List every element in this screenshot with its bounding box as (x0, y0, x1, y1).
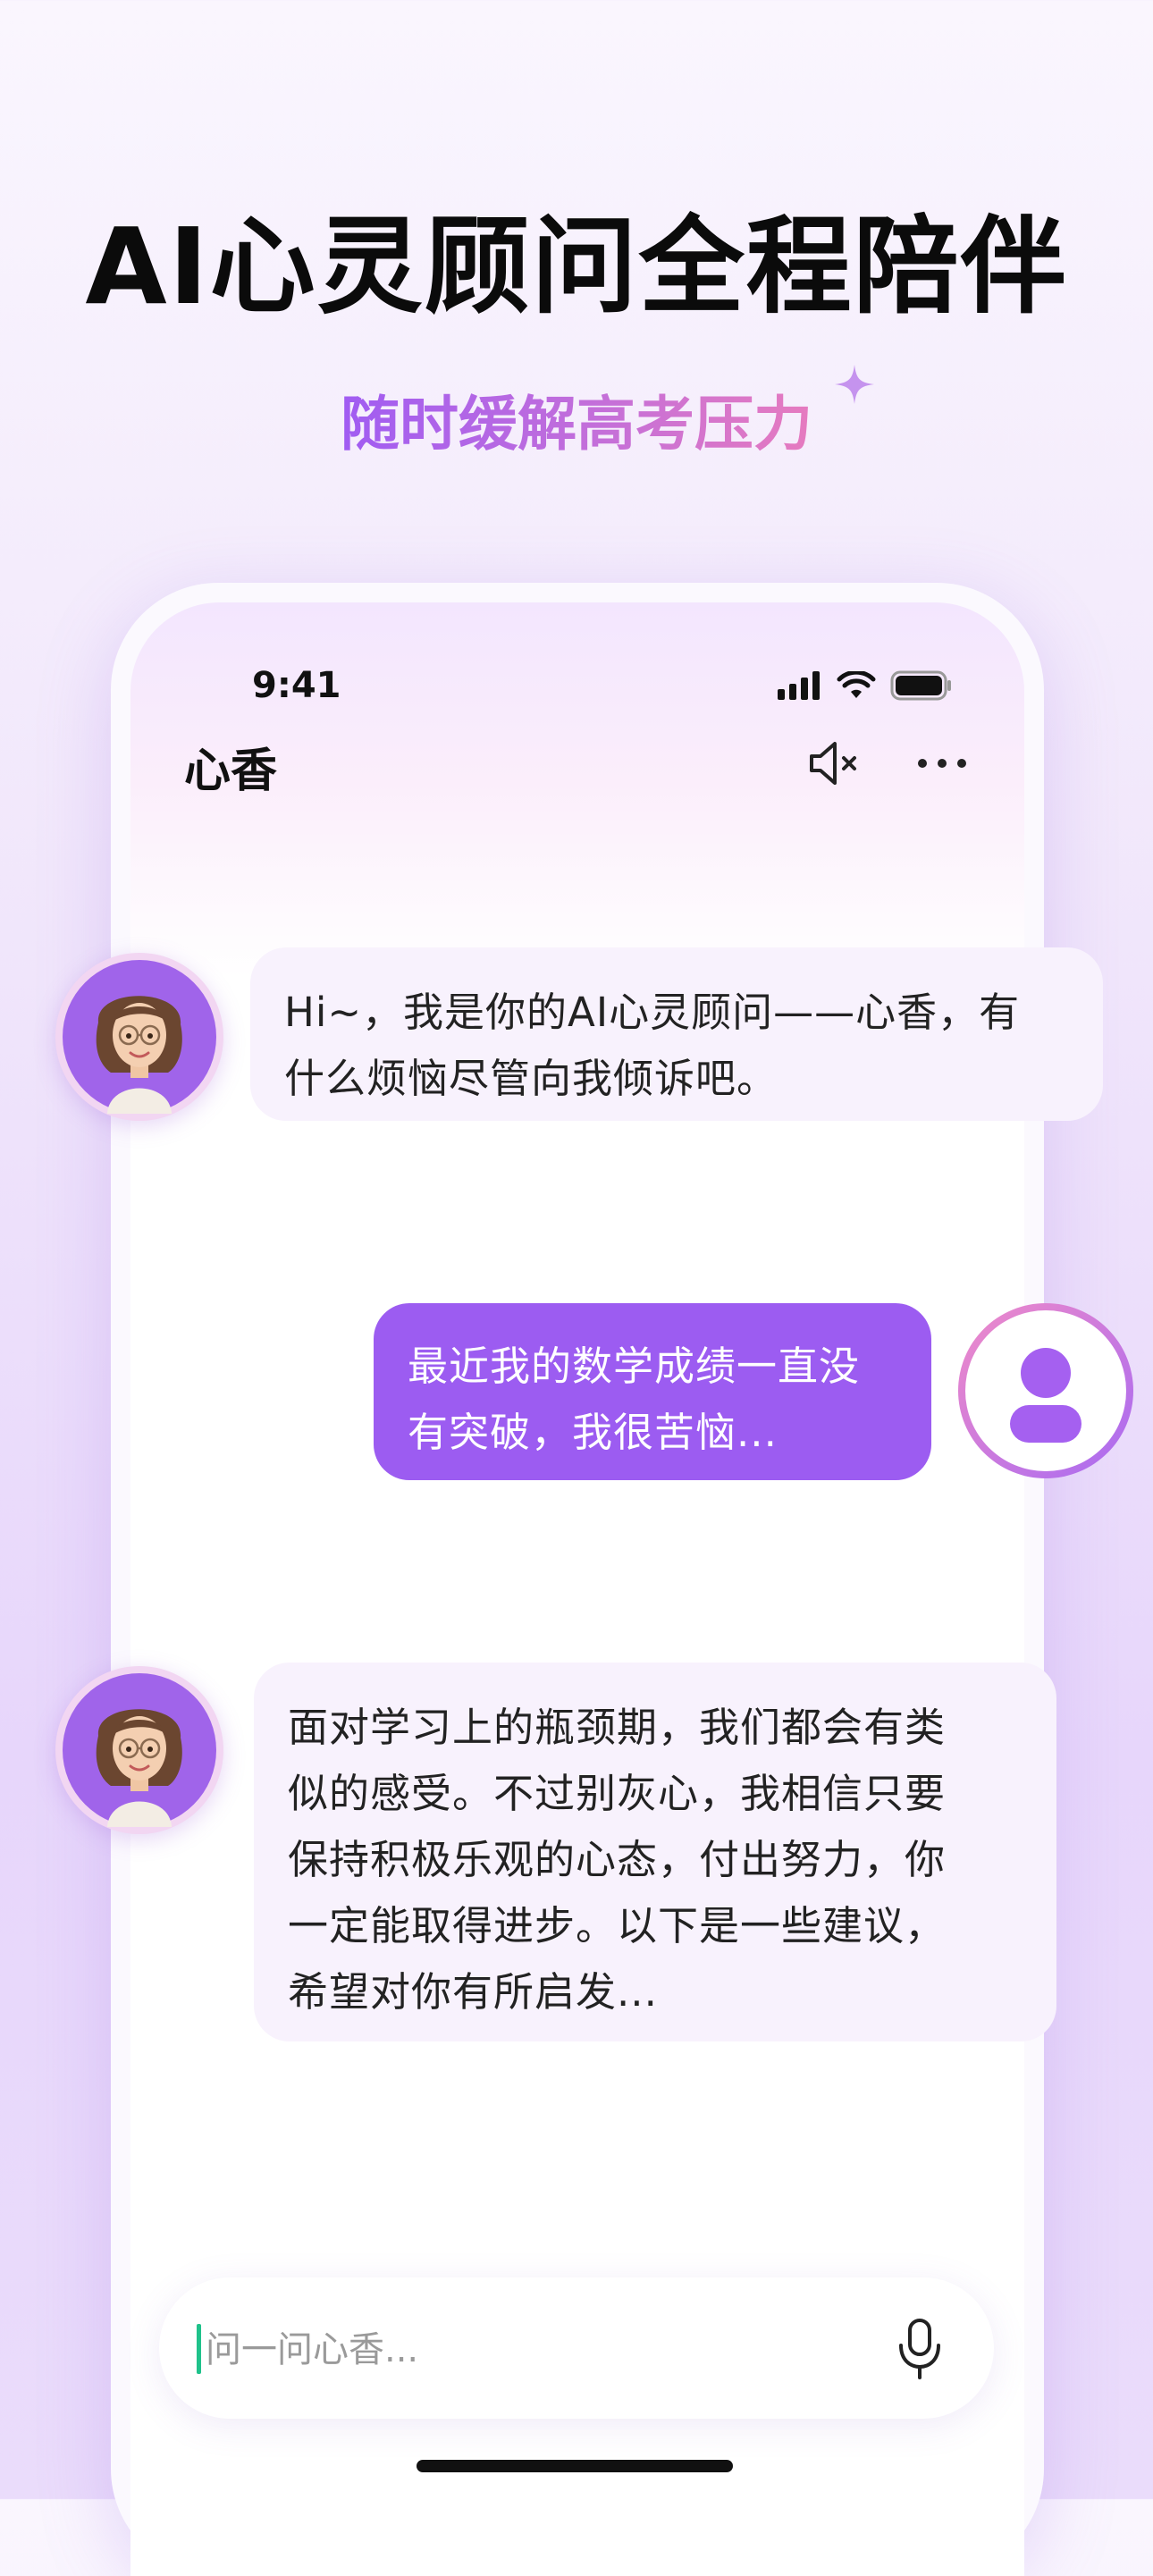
message-line: 一定能取得进步。以下是一些建议， (288, 1902, 947, 1949)
user-avatar[interactable] (958, 1303, 1133, 1478)
message-line: 保持积极乐观的心态，付出努力，你 (288, 1836, 947, 1883)
chat-title: 心香 (184, 745, 278, 798)
message-line: 希望对你有所启发... (288, 1968, 658, 2016)
message-line: 最近我的数学成绩一直没 (408, 1343, 861, 1390)
counselor-portrait-icon (63, 960, 216, 1114)
ai-avatar[interactable] (55, 1666, 223, 1834)
message-line: 什么烦恼尽管向我倾诉吧。 (284, 1055, 778, 1102)
status-time: 9:41 (252, 665, 341, 706)
message-input-bar (159, 2277, 994, 2419)
ai-message-bubble: Hi~，我是你的AI心灵顾问——心香，有 什么烦恼尽管向我倾诉吧。 (250, 947, 1103, 1121)
battery-icon (890, 670, 951, 701)
ai-message-bubble: 面对学习上的瓶颈期，我们都会有类 似的感受。不过别灰心，我相信只要 保持积极乐观… (254, 1663, 1056, 2041)
wifi-icon (837, 671, 876, 698)
more-icon[interactable] (913, 738, 971, 788)
ai-avatar[interactable] (55, 953, 223, 1121)
user-message-bubble: 最近我的数学成绩一直没 有突破，我很苦恼... (374, 1303, 931, 1480)
speaker-mute-icon[interactable] (806, 738, 863, 788)
message-input[interactable] (204, 2315, 833, 2385)
microphone-icon[interactable] (888, 2317, 951, 2381)
sparkle-icon (835, 365, 874, 404)
signal-icon (778, 671, 820, 700)
status-icons (778, 670, 953, 701)
message-line: 似的感受。不过别灰心，我相信只要 (288, 1770, 947, 1817)
hero-title: AI心灵顾问全程陪伴 (85, 205, 1068, 328)
message-line: 有突破，我很苦恼... (408, 1409, 778, 1456)
hero-subtitle: 随时缓解高考压力 (341, 390, 812, 459)
counselor-portrait-icon (63, 1673, 216, 1827)
home-indicator[interactable] (417, 2460, 733, 2472)
message-line: 面对学习上的瓶颈期，我们都会有类 (288, 1704, 947, 1751)
message-line: Hi~，我是你的AI心灵顾问——心香，有 (284, 989, 1021, 1036)
user-silhouette-icon (1010, 1348, 1081, 1443)
text-cursor (197, 2324, 201, 2374)
